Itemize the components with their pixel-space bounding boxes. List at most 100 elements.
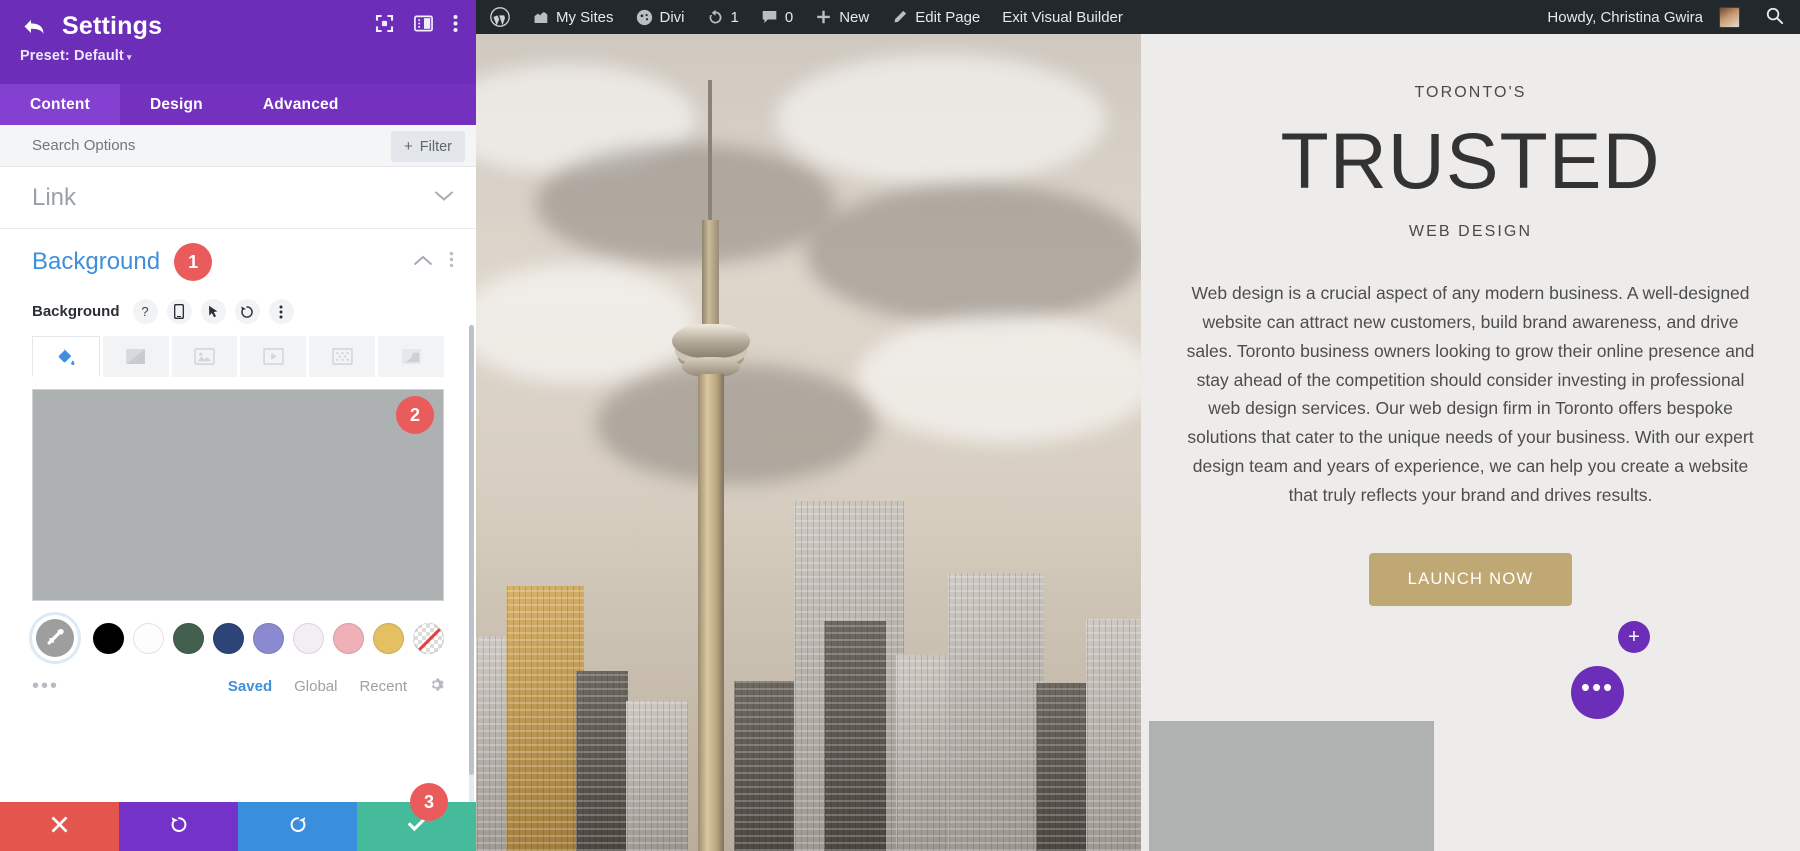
palette-link-recent[interactable]: Recent xyxy=(359,678,407,695)
settings-tabs: Content Design Advanced xyxy=(0,84,476,125)
ab-item-howdy[interactable]: Howdy, Christina Gwira xyxy=(1536,0,1751,34)
wordpress-logo-icon xyxy=(490,7,510,27)
fullscreen-icon[interactable] xyxy=(375,14,394,33)
more-options-dots[interactable]: ••• xyxy=(32,675,59,698)
comment-icon xyxy=(761,9,778,25)
palette-link-global[interactable]: Global xyxy=(294,678,337,695)
layout-panel-icon[interactable] xyxy=(414,14,433,33)
reset-icon[interactable] xyxy=(234,299,260,324)
chevron-down-icon xyxy=(434,189,454,206)
ab-item-exit-visual-builder[interactable]: Exit Visual Builder xyxy=(991,0,1134,34)
cn-tower-pod xyxy=(672,324,750,358)
module-settings-panel: Settings Preset: Default ▾ Content Design xyxy=(0,0,476,851)
hero-paragraph: Web design is a crucial aspect of any mo… xyxy=(1186,282,1755,506)
swatch-periwinkle[interactable] xyxy=(253,622,284,654)
hover-cursor-icon[interactable] xyxy=(200,299,226,324)
plus-icon xyxy=(815,9,832,26)
panel-header: Settings Preset: Default ▾ xyxy=(0,0,476,84)
ab-item-updates[interactable]: 1 xyxy=(696,0,750,34)
responsive-mobile-icon[interactable] xyxy=(166,299,192,324)
chevron-up-icon xyxy=(413,254,433,271)
tab-content[interactable]: Content xyxy=(0,84,120,125)
vertical-dots-icon[interactable] xyxy=(453,14,458,33)
ab-label-edit-page: Edit Page xyxy=(915,8,981,26)
help-icon[interactable]: ? xyxy=(132,299,158,324)
hero-title: TRUSTED xyxy=(1280,116,1661,205)
ab-item-edit-page[interactable]: Edit Page xyxy=(880,0,991,34)
page-settings-bar-toggle[interactable]: ••• xyxy=(1571,666,1624,719)
tab-advanced[interactable]: Advanced xyxy=(233,84,369,125)
background-color-preview[interactable] xyxy=(32,389,444,601)
cn-tower-upper-shaft xyxy=(702,220,719,326)
page-title: Settings xyxy=(62,12,163,40)
ab-item-search[interactable] xyxy=(1751,6,1800,29)
swatch-gold[interactable] xyxy=(373,622,404,654)
cn-tower-mast xyxy=(708,80,712,220)
divi-icon xyxy=(636,9,653,26)
plus-icon: + xyxy=(404,138,413,155)
color-swatch-row xyxy=(0,601,476,661)
palette-link-saved[interactable]: Saved xyxy=(228,678,272,695)
admin-bar-right: Howdy, Christina Gwira xyxy=(1536,0,1800,34)
accordion-background-label: Background xyxy=(32,248,161,275)
background-gradient-tab[interactable] xyxy=(102,336,169,377)
swatch-navy[interactable] xyxy=(213,622,244,654)
undo-button[interactable] xyxy=(119,802,238,851)
redo-button[interactable] xyxy=(238,802,357,851)
chevron-down-icon: ▾ xyxy=(126,52,132,62)
accordion-link[interactable]: Link xyxy=(0,167,476,229)
ab-label-exit-visual-builder: Exit Visual Builder xyxy=(1002,8,1123,26)
swatch-dark-green[interactable] xyxy=(173,622,204,654)
gear-icon[interactable] xyxy=(429,677,444,696)
step-badge-1: 1 xyxy=(174,243,213,281)
ab-label-comments: 0 xyxy=(784,8,794,26)
palette-links-row: ••• Saved Global Recent xyxy=(0,661,476,698)
step-badge-2: 2 xyxy=(396,396,434,434)
hero-eyebrow: TORONTO'S xyxy=(1414,84,1527,101)
ab-label-my-sites: My Sites xyxy=(556,8,614,26)
vertical-dots-icon[interactable] xyxy=(449,251,454,273)
search-options-row: + Filter xyxy=(0,125,476,167)
background-pattern-tab[interactable] xyxy=(309,336,376,377)
ab-item-my-sites[interactable]: My Sites xyxy=(521,0,625,34)
preset-selector[interactable]: Preset: Default ▾ xyxy=(20,48,456,64)
ab-item-wordpress-logo[interactable] xyxy=(476,0,521,34)
ab-item-comments[interactable]: 0 xyxy=(750,0,804,34)
background-option-header: Background ? xyxy=(0,295,476,334)
vertical-dots-icon[interactable] xyxy=(268,299,294,324)
builder-canvas: TORONTO'S TRUSTED WEB DESIGN Web design … xyxy=(476,34,1800,851)
background-color-tab[interactable] xyxy=(32,336,100,377)
launch-now-button[interactable]: LAUNCH NOW xyxy=(1368,552,1573,606)
add-module-button[interactable]: + xyxy=(1618,621,1650,653)
swatch-pale-lilac[interactable] xyxy=(293,622,324,654)
tab-design[interactable]: Design xyxy=(120,84,233,125)
back-arrow-icon[interactable] xyxy=(20,14,50,40)
ab-label-divi: Divi xyxy=(659,8,685,26)
background-option-label: Background xyxy=(32,303,120,320)
step-badge-3: 3 xyxy=(410,783,448,821)
background-video-tab[interactable] xyxy=(240,336,307,377)
preset-label: Preset: Default xyxy=(20,48,124,64)
filter-button[interactable]: + Filter xyxy=(391,131,465,162)
hero-photo-cn-tower xyxy=(476,34,1141,851)
eyedropper-button[interactable] xyxy=(32,615,78,661)
swatch-white[interactable] xyxy=(133,622,164,654)
panel-footer: 3 xyxy=(0,783,476,851)
sites-icon xyxy=(532,9,549,25)
undo-icon xyxy=(169,814,189,839)
accordion-link-label: Link xyxy=(32,183,77,211)
background-type-tabs xyxy=(0,336,476,377)
ab-item-new[interactable]: New xyxy=(804,0,880,34)
accordion-background[interactable]: Background 1 xyxy=(0,229,476,295)
panel-scrollbar[interactable] xyxy=(469,325,474,802)
swatch-black[interactable] xyxy=(93,622,124,654)
cancel-button[interactable] xyxy=(0,802,119,851)
background-image-tab[interactable] xyxy=(171,336,238,377)
swatch-transparent[interactable] xyxy=(413,622,444,654)
background-mask-tab[interactable] xyxy=(378,336,444,377)
howdy-label: Howdy, Christina Gwira xyxy=(1547,8,1703,26)
avatar xyxy=(1719,6,1740,28)
hero-text-column: TORONTO'S TRUSTED WEB DESIGN Web design … xyxy=(1141,34,1800,851)
swatch-pink[interactable] xyxy=(333,622,364,654)
ab-item-divi[interactable]: Divi xyxy=(625,0,696,34)
